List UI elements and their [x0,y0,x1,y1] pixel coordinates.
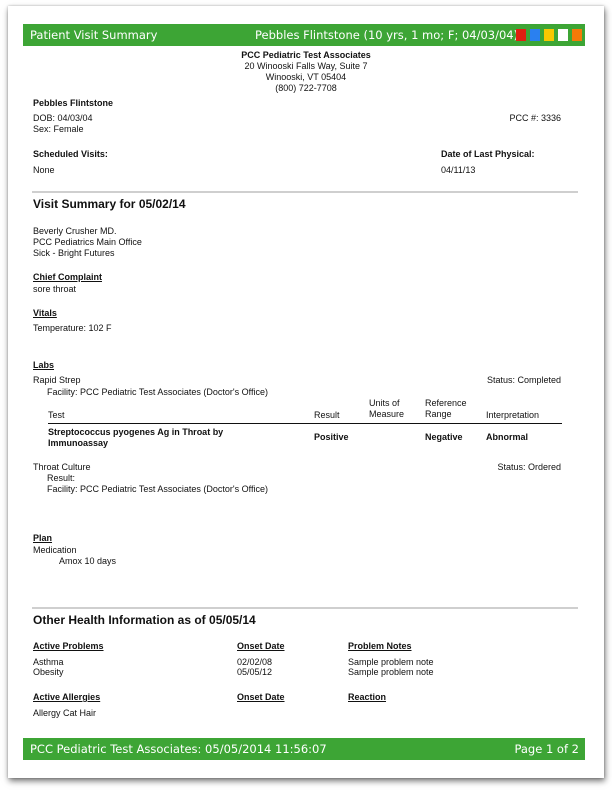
lab-table-header-interpretation: Interpretation [486,410,540,420]
vitals-heading: Vitals [33,308,57,318]
scheduled-visits-value: None [33,165,55,175]
allergy-reaction-header: Reaction [348,692,387,702]
lab-test-interpretation: Abnormal [486,432,529,442]
lab-table-header-result: Result [314,410,340,420]
lab-name: Throat Culture [33,462,91,472]
section-divider [32,191,578,193]
problem-name: Obesity [33,667,64,677]
red-flag-icon [516,29,526,41]
header-bar: Patient Visit Summary Pebbles Flintstone… [23,24,585,46]
lab-result: Result: [47,473,76,483]
plan-heading: Plan [33,533,53,543]
patient-name: Pebbles Flintstone [33,98,114,108]
lab-test-name-line1: Streptococcus pyogenes Ag in Throat by [48,427,224,437]
lab-name: Rapid Strep [33,375,81,385]
chief-complaint-value: sore throat [33,284,77,294]
lab-status: Status: Ordered [497,462,561,472]
problem-notes-header: Problem Notes [348,641,412,651]
last-physical-label: Date of Last Physical: [441,149,535,159]
lab-table-header-units-line1: Units of [369,398,400,408]
page-number: Page 1 of 2 [514,742,579,756]
problem-onset-header: Onset Date [237,641,285,651]
allergy-name: Allergy Cat Hair [33,708,97,718]
plan-category: Medication [33,545,77,555]
active-problems-header: Active Problems [33,641,104,651]
chief-complaint-heading: Chief Complaint [33,272,102,282]
patient-banner: Pebbles Flintstone (10 yrs, 1 mo; F; 04/… [255,28,519,42]
visit-location: PCC Pediatrics Main Office [33,237,142,247]
scheduled-visits-label: Scheduled Visits: [33,149,108,159]
document-page: Patient Visit Summary Pebbles Flintstone… [8,6,604,778]
practice-name: PCC Pediatric Test Associates [241,50,371,60]
lab-test-range: Negative [425,432,463,442]
visit-type: Sick - Bright Futures [33,248,115,258]
active-allergies-header: Active Allergies [33,692,101,702]
blue-flag-icon [530,29,540,41]
other-health-heading: Other Health Information as of 05/05/14 [33,613,256,627]
labs-heading: Labs [33,360,55,370]
visit-summary-heading: Visit Summary for 05/02/14 [33,197,186,211]
plan-item: Amox 10 days [59,556,117,566]
lab-table-header-units-line2: Measure [369,409,405,419]
allergy-onset-header: Onset Date [237,692,285,702]
yellow-flag-icon [544,29,554,41]
problem-onset: 05/05/12 [237,667,273,677]
last-physical-value: 04/11/13 [441,165,476,175]
footer-practice-timestamp: PCC Pediatric Test Associates: 05/05/201… [30,742,327,756]
lab-facility: Facility: PCC Pediatric Test Associates … [47,387,268,397]
lab-table-header-rule [48,423,562,424]
pcc-number: PCC #: 3336 [509,113,561,123]
patient-sex: Sex: Female [33,124,84,134]
lab-table-header-test: Test [48,410,65,420]
white-flag-icon [558,29,568,41]
lab-test-name-line2: Immunoassay [48,438,109,448]
lab-table-header-range-line1: Reference [425,398,467,408]
lab-table-header-range-line2: Range [425,409,452,419]
footer-bar: PCC Pediatric Test Associates: 05/05/201… [23,738,585,760]
lab-facility: Facility: PCC Pediatric Test Associates … [47,484,268,494]
orange-flag-icon [572,29,582,41]
patient-flags [516,29,582,41]
practice-phone: (800) 722-7708 [275,83,337,93]
practice-address-line2: Winooski, VT 05404 [265,72,347,82]
lab-status: Status: Completed [486,375,561,385]
document-title: Patient Visit Summary [30,28,158,42]
patient-dob: DOB: 04/03/04 [33,113,93,123]
vitals-temperature: Temperature: 102 F [33,323,112,333]
section-divider [32,607,578,609]
lab-test-result: Positive [314,432,349,442]
practice-address-line1: 20 Winooski Falls Way, Suite 7 [244,61,368,71]
visit-provider: Beverly Crusher MD. [33,226,117,236]
problem-note: Sample problem note [348,667,434,677]
